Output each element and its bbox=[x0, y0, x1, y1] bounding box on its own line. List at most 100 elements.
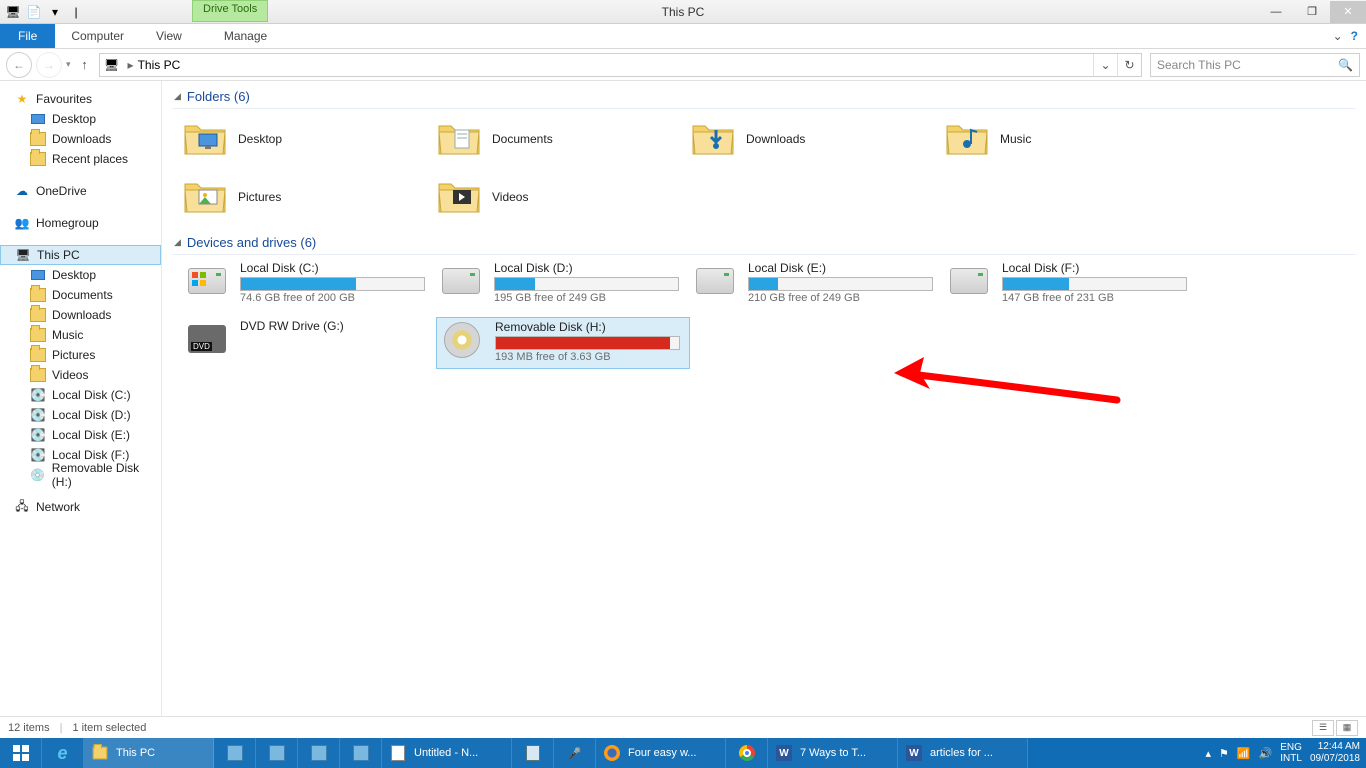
ribbon-tab-view[interactable]: View bbox=[140, 24, 198, 48]
tray-volume-icon[interactable]: 🔊 bbox=[1259, 747, 1273, 760]
sidebar-item[interactable]: Documents bbox=[0, 285, 161, 305]
taskbar-button[interactable]: This PC bbox=[84, 738, 214, 768]
drive-icon: 💽 bbox=[30, 387, 46, 403]
taskbar-button-label: Four easy w... bbox=[628, 747, 696, 759]
sidebar-favourites[interactable]: ★ Favourites bbox=[0, 89, 161, 109]
group-header-drives[interactable]: ◢ Devices and drives (6) bbox=[172, 233, 1356, 255]
taskbar-button[interactable] bbox=[726, 738, 768, 768]
sidebar-item-desktop[interactable]: Desktop bbox=[0, 109, 161, 129]
folder-icon bbox=[182, 119, 228, 159]
sidebar-item[interactable]: Downloads bbox=[0, 305, 161, 325]
folder-icon bbox=[690, 119, 736, 159]
minimize-button[interactable]: — bbox=[1258, 1, 1294, 23]
group-header-label: Devices and drives (6) bbox=[187, 235, 316, 250]
sidebar-item-label: Local Disk (D:) bbox=[52, 408, 131, 422]
sidebar-item[interactable]: Pictures bbox=[0, 345, 161, 365]
tray-date: 09/07/2018 bbox=[1310, 753, 1360, 765]
collapse-icon[interactable]: ◢ bbox=[174, 237, 181, 248]
breadcrumb-sep-icon[interactable]: ▸ bbox=[124, 58, 138, 72]
contextual-tab-drive-tools[interactable]: Drive Tools bbox=[192, 0, 268, 22]
sidebar-item[interactable]: Desktop bbox=[0, 265, 161, 285]
drive-item[interactable]: DVD RW Drive (G:) bbox=[182, 317, 436, 369]
folder-item[interactable]: Pictures bbox=[182, 171, 436, 223]
qat-icon[interactable]: ▾ bbox=[46, 3, 64, 21]
drive-label: Removable Disk (H:) bbox=[495, 320, 687, 334]
close-button[interactable]: ✕ bbox=[1330, 1, 1366, 23]
drive-item[interactable]: Removable Disk (H:)193 MB free of 3.63 G… bbox=[436, 317, 690, 369]
taskbar-button[interactable] bbox=[256, 738, 298, 768]
view-details-button[interactable]: ☰ bbox=[1312, 720, 1334, 736]
sidebar-item[interactable]: 💽Local Disk (D:) bbox=[0, 405, 161, 425]
mic-icon: 🎤 bbox=[565, 743, 585, 763]
address-dropdown-icon[interactable]: ⌄ bbox=[1093, 54, 1117, 76]
tray-show-hidden-icon[interactable]: ▴ bbox=[1205, 747, 1211, 760]
taskbar-button[interactable]: Warticles for ... bbox=[898, 738, 1028, 768]
sidebar-item[interactable]: 💽Local Disk (E:) bbox=[0, 425, 161, 445]
quick-access-toolbar: 🖥 📄 ▾ | bbox=[0, 3, 85, 21]
group-header-folders[interactable]: ◢ Folders (6) bbox=[172, 87, 1356, 109]
sidebar-item[interactable]: Music bbox=[0, 325, 161, 345]
tray-flag-icon[interactable]: ⚑ bbox=[1219, 747, 1229, 760]
taskbar-button[interactable] bbox=[512, 738, 554, 768]
drive-item[interactable]: Local Disk (D:)195 GB free of 249 GB bbox=[436, 259, 690, 311]
taskbar-button[interactable] bbox=[214, 738, 256, 768]
forward-button[interactable]: → bbox=[36, 52, 62, 78]
ribbon-expand-icon[interactable]: ⌄ bbox=[1333, 29, 1343, 43]
address-bar[interactable]: 🖥 ▸ This PC ⌄ ↻ bbox=[99, 53, 1142, 77]
folder-item[interactable]: Desktop bbox=[182, 113, 436, 165]
file-tab[interactable]: File bbox=[0, 24, 55, 48]
sidebar-item[interactable]: 💽Local Disk (C:) bbox=[0, 385, 161, 405]
tray-network-icon[interactable]: 📶 bbox=[1237, 747, 1251, 760]
taskbar-button[interactable]: W7 Ways to T... bbox=[768, 738, 898, 768]
collapse-icon[interactable]: ◢ bbox=[174, 91, 181, 102]
maximize-button[interactable]: ❐ bbox=[1294, 1, 1330, 23]
tray-lang-1: ENG bbox=[1280, 742, 1302, 753]
up-button[interactable]: ↑ bbox=[75, 55, 95, 75]
window-title: This PC bbox=[662, 5, 705, 19]
taskbar-button[interactable] bbox=[0, 738, 42, 768]
tray-clock[interactable]: 12:44 AM 09/07/2018 bbox=[1310, 741, 1360, 765]
tray-language[interactable]: ENG INTL bbox=[1280, 742, 1302, 764]
search-icon[interactable]: 🔍 bbox=[1338, 58, 1353, 72]
drive-icon bbox=[946, 261, 992, 301]
ribbon-tab-computer[interactable]: Computer bbox=[55, 24, 140, 48]
sidebar-homegroup[interactable]: 👥Homegroup bbox=[0, 213, 161, 233]
taskbar-button[interactable]: Untitled - N... bbox=[382, 738, 512, 768]
sidebar-this-pc[interactable]: 🖥This PC bbox=[0, 245, 161, 265]
drive-icon: 💽 bbox=[30, 427, 46, 443]
folder-item[interactable]: Videos bbox=[436, 171, 690, 223]
folder-item[interactable]: Music bbox=[944, 113, 1198, 165]
notepad-icon bbox=[388, 743, 408, 763]
taskbar-button[interactable]: e bbox=[42, 738, 84, 768]
folder-label: Videos bbox=[492, 190, 528, 204]
sidebar-onedrive[interactable]: ☁OneDrive bbox=[0, 181, 161, 201]
drive-item[interactable]: Local Disk (C:)74.6 GB free of 200 GB bbox=[182, 259, 436, 311]
refresh-button[interactable]: ↻ bbox=[1117, 54, 1141, 76]
breadcrumb-item[interactable]: This PC bbox=[138, 58, 181, 72]
sidebar-item[interactable]: Videos bbox=[0, 365, 161, 385]
taskbar-button[interactable]: Four easy w... bbox=[596, 738, 726, 768]
back-button[interactable]: ← bbox=[6, 52, 32, 78]
taskbar-button[interactable] bbox=[298, 738, 340, 768]
search-box[interactable]: Search This PC 🔍 bbox=[1150, 53, 1360, 77]
drive-item[interactable]: Local Disk (E:)210 GB free of 249 GB bbox=[690, 259, 944, 311]
folder-item[interactable]: Documents bbox=[436, 113, 690, 165]
folder-item[interactable]: Downloads bbox=[690, 113, 944, 165]
folder-label: Desktop bbox=[238, 132, 282, 146]
ribbon-tab-manage[interactable]: Manage bbox=[208, 24, 283, 48]
taskbar-button[interactable]: 🎤 bbox=[554, 738, 596, 768]
folder-label: Documents bbox=[492, 132, 553, 146]
recent-locations-icon[interactable]: ▾ bbox=[66, 59, 71, 70]
sidebar-network[interactable]: 🖧Network bbox=[0, 497, 161, 517]
calc-icon bbox=[523, 743, 543, 763]
sidebar-item[interactable]: 💿Removable Disk (H:) bbox=[0, 465, 161, 485]
sidebar-item-recent[interactable]: Recent places bbox=[0, 149, 161, 169]
sidebar-item-downloads[interactable]: Downloads bbox=[0, 129, 161, 149]
view-large-button[interactable]: ▦ bbox=[1336, 720, 1358, 736]
drive-label: Local Disk (E:) bbox=[748, 261, 942, 275]
qat-icon[interactable]: 📄 bbox=[25, 3, 43, 21]
taskbar-button[interactable] bbox=[340, 738, 382, 768]
drive-item[interactable]: Local Disk (F:)147 GB free of 231 GB bbox=[944, 259, 1198, 311]
qat-icon[interactable]: 🖥 bbox=[4, 3, 22, 21]
help-icon[interactable]: ? bbox=[1351, 29, 1358, 43]
